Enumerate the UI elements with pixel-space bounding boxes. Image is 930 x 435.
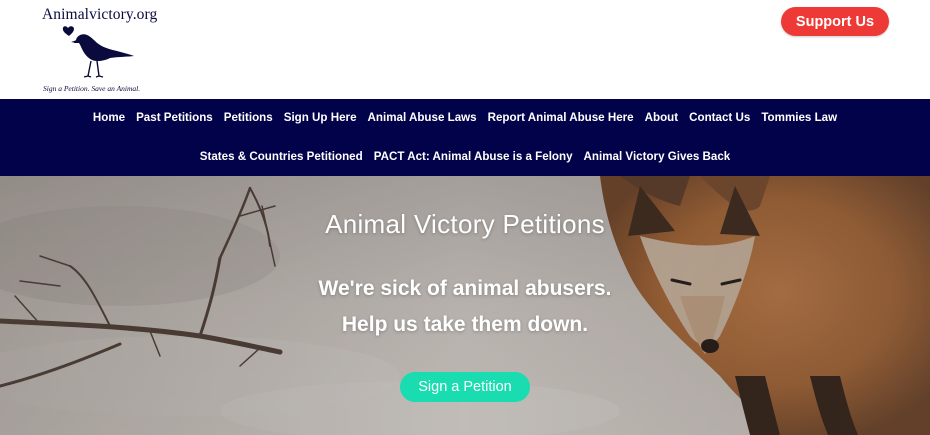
sign-petition-button[interactable]: Sign a Petition [400,372,530,402]
hero-subtitle-line-2: Help us take them down. [341,313,589,336]
nav-item-sign-up[interactable]: Sign Up Here [278,111,362,125]
site-logo[interactable]: Animalvictory.org Sign a Petition. Save … [40,4,170,96]
nav-item-tommies-law[interactable]: Tommies Law [756,111,843,125]
nav-item-gives-back[interactable]: Animal Victory Gives Back [578,150,736,164]
hero-section: Animal Victory Petitions We're sick of a… [0,176,930,435]
hero-title: Animal Victory Petitions [325,209,605,239]
site-name: Animalvictory.org [42,6,158,23]
nav-item-pact-act[interactable]: PACT Act: Animal Abuse is a Felony [368,150,578,164]
site-tagline: Sign a Petition. Save an Animal. [43,84,141,93]
nav-item-about[interactable]: About [639,111,683,125]
support-us-button[interactable]: Support Us [781,7,889,36]
nav-item-report-animal-abuse[interactable]: Report Animal Abuse Here [482,111,639,125]
nav-item-petitions[interactable]: Petitions [218,111,278,125]
main-navigation: Home Past Petitions Petitions Sign Up He… [0,99,930,176]
nav-item-home[interactable]: Home [87,111,130,125]
bird-with-heart-icon [62,26,134,78]
nav-row-secondary: States & Countries Petitioned PACT Act: … [0,150,930,164]
hero-subtitle-line-1: We're sick of animal abusers. [318,277,612,300]
nav-row-primary: Home Past Petitions Petitions Sign Up He… [0,111,930,125]
nav-item-contact-us[interactable]: Contact Us [684,111,756,125]
nav-item-states-countries[interactable]: States & Countries Petitioned [194,150,368,164]
nav-item-past-petitions[interactable]: Past Petitions [131,111,219,125]
site-header: Animalvictory.org Sign a Petition. Save … [0,0,930,99]
nav-item-animal-abuse-laws[interactable]: Animal Abuse Laws [362,111,482,125]
